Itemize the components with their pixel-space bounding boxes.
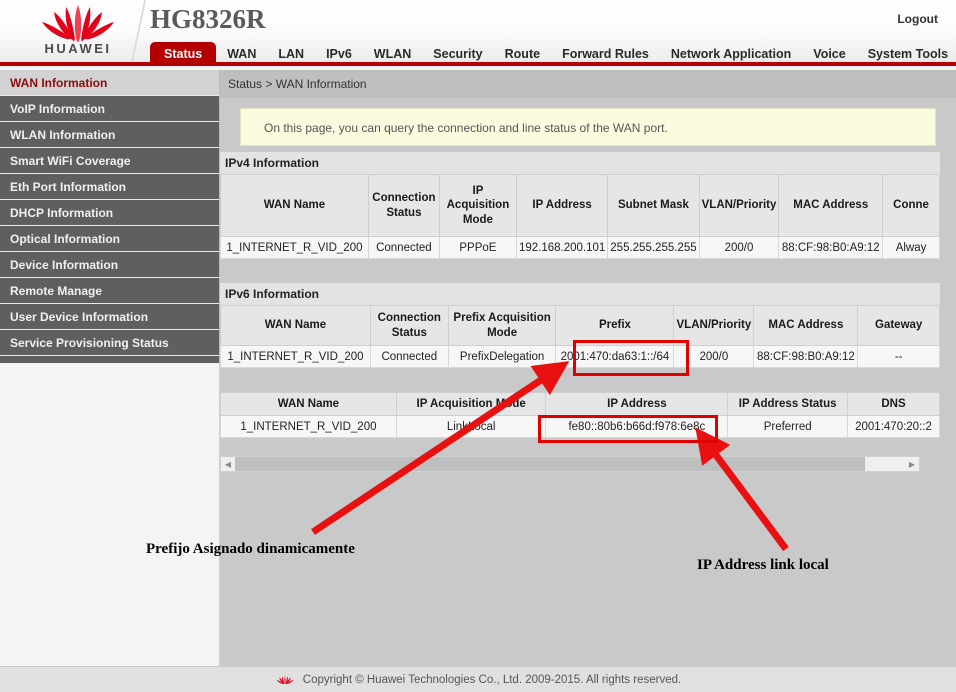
table-cell: 255.255.255.255 (608, 237, 699, 259)
sidebar-item-voip-information[interactable]: VoIP Information (0, 96, 219, 122)
ipv4-section-title: IPv4 Information (220, 152, 940, 174)
column-header: WAN Name (221, 306, 371, 346)
nav-item-ipv6[interactable]: IPv6 (315, 43, 363, 66)
info-banner: On this page, you can query the connecti… (240, 108, 936, 146)
nav-item-lan[interactable]: LAN (267, 43, 315, 66)
column-header: Prefix Acquisition Mode (448, 306, 556, 346)
content-area: Status > WAN Information On this page, y… (220, 70, 956, 666)
breadcrumb: Status > WAN Information (220, 70, 956, 98)
huawei-logo: HUAWEI (22, 3, 134, 61)
column-header: IP Acquisition Mode (439, 175, 516, 237)
column-header: Gateway (858, 306, 940, 346)
column-header: MAC Address (779, 175, 883, 237)
logout-button[interactable]: Logout (897, 12, 938, 26)
column-header: IP Address (516, 175, 607, 237)
table-cell: Connected (368, 237, 439, 259)
nav-item-forward-rules[interactable]: Forward Rules (551, 43, 660, 66)
table-cell: fe80::80b6:b66d:f978:6e8c (546, 416, 728, 438)
column-header: VLAN/Priority (699, 175, 779, 237)
table-cell: PPPoE (439, 237, 516, 259)
table-cell: 200/0 (699, 237, 779, 259)
huawei-flower-icon (36, 3, 120, 43)
table-header-row: WAN NameIP Acquisition ModeIP AddressIP … (221, 393, 940, 416)
sidebar-item-smart-wifi-coverage[interactable]: Smart WiFi Coverage (0, 148, 219, 174)
sidebar-item-wlan-information[interactable]: WLAN Information (0, 122, 219, 148)
table-cell: Alway (883, 237, 940, 259)
page-title: HG8326R (150, 4, 266, 35)
table-cell: Preferred (728, 416, 848, 438)
sidebar-menu: WAN InformationVoIP InformationWLAN Info… (0, 70, 220, 363)
table-row: 1_INTERNET_R_VID_200LinkLocalfe80::80b6:… (221, 416, 940, 438)
nav-item-wan[interactable]: WAN (216, 43, 267, 66)
brand-wordmark: HUAWEI (22, 41, 134, 56)
sidebar-item-dhcp-information[interactable]: DHCP Information (0, 200, 219, 226)
column-header: IP Address Status (728, 393, 848, 416)
nav-item-route[interactable]: Route (494, 43, 551, 66)
copyright-text: Copyright © Huawei Technologies Co., Ltd… (303, 674, 681, 686)
column-header: IP Address (546, 393, 728, 416)
column-header: DNS (848, 393, 940, 416)
column-header: Connection Status (370, 306, 448, 346)
table-row: 1_INTERNET_R_VID_200ConnectedPPPoE192.16… (221, 237, 940, 259)
table-cell: 1_INTERNET_R_VID_200 (221, 416, 397, 438)
ipv6-table-wrapper: WAN NameConnection StatusPrefix Acquisit… (220, 305, 940, 368)
nav-item-network-application[interactable]: Network Application (660, 43, 802, 66)
sidebar-item-wan-information[interactable]: WAN Information (0, 70, 219, 96)
nav-item-system-tools[interactable]: System Tools (857, 43, 956, 66)
table-header-row: WAN NameConnection StatusPrefix Acquisit… (221, 306, 940, 346)
table-cell: 1_INTERNET_R_VID_200 (221, 237, 369, 259)
main-navigation: StatusWANLANIPv6WLANSecurityRouteForward… (150, 42, 956, 66)
table-cell: 200/0 (674, 346, 754, 368)
scrollbar-thumb[interactable] (235, 457, 865, 471)
table-cell: 2001:470:da63:1::/64 (556, 346, 674, 368)
table-cell: 1_INTERNET_R_VID_200 (221, 346, 371, 368)
scroll-left-arrow-icon[interactable]: ◀ (221, 457, 235, 471)
footer-huawei-icon (275, 673, 295, 687)
table-cell: LinkLocal (396, 416, 546, 438)
sidebar-item-device-information[interactable]: Device Information (0, 252, 219, 278)
nav-item-voice[interactable]: Voice (802, 43, 856, 66)
table-cell: 2001:470:20::2 (848, 416, 940, 438)
scrollbar-track[interactable] (235, 457, 905, 471)
ipv4-table-wrapper: WAN NameConnection StatusIP Acquisition … (220, 174, 940, 259)
column-header: MAC Address (754, 306, 858, 346)
table-cell: Connected (370, 346, 448, 368)
ipv6-section-title: IPv6 Information (220, 283, 940, 305)
nav-item-security[interactable]: Security (422, 43, 493, 66)
ipv6-table: WAN NameConnection StatusPrefix Acquisit… (220, 305, 940, 368)
table-cell: PrefixDelegation (448, 346, 556, 368)
table-row: 1_INTERNET_R_VID_200ConnectedPrefixDeleg… (221, 346, 940, 368)
sidebar-item-service-provisioning-status[interactable]: Service Provisioning Status (0, 330, 219, 356)
page-footer: Copyright © Huawei Technologies Co., Ltd… (0, 666, 956, 692)
router-web-ui: HUAWEI HG8326R Logout StatusWANLANIPv6WL… (0, 0, 956, 692)
column-header: VLAN/Priority (674, 306, 754, 346)
scroll-right-arrow-icon[interactable]: ▶ (905, 457, 919, 471)
table-cell: 88:CF:98:B0:A9:12 (754, 346, 858, 368)
sidebar-item-user-device-information[interactable]: User Device Information (0, 304, 219, 330)
nav-item-wlan[interactable]: WLAN (363, 43, 423, 66)
ipv4-table: WAN NameConnection StatusIP Acquisition … (220, 174, 940, 259)
sidebar-item-eth-port-information[interactable]: Eth Port Information (0, 174, 219, 200)
table-cell: -- (858, 346, 940, 368)
column-header: WAN Name (221, 393, 397, 416)
column-header: Subnet Mask (608, 175, 699, 237)
nav-item-status[interactable]: Status (150, 42, 216, 66)
page-header: HUAWEI HG8326R Logout StatusWANLANIPv6WL… (0, 0, 956, 66)
column-header: Connection Status (368, 175, 439, 237)
column-header: Conne (883, 175, 940, 237)
column-header: Prefix (556, 306, 674, 346)
column-header: IP Acquisition Mode (396, 393, 546, 416)
ipv6addr-table: WAN NameIP Acquisition ModeIP AddressIP … (220, 392, 940, 438)
ipv6-address-table-wrapper: WAN NameIP Acquisition ModeIP AddressIP … (220, 392, 940, 438)
horizontal-scrollbar[interactable]: ◀ ▶ (220, 456, 920, 472)
table-cell: 192.168.200.101 (516, 237, 607, 259)
table-header-row: WAN NameConnection StatusIP Acquisition … (221, 175, 940, 237)
sidebar-filler (0, 363, 220, 666)
column-header: WAN Name (221, 175, 369, 237)
table-cell: 88:CF:98:B0:A9:12 (779, 237, 883, 259)
sidebar-item-optical-information[interactable]: Optical Information (0, 226, 219, 252)
sidebar-item-remote-manage[interactable]: Remote Manage (0, 278, 219, 304)
